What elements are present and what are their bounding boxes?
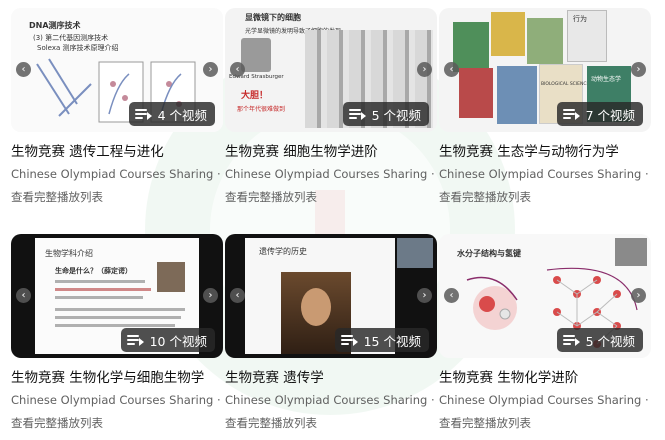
portrait-image bbox=[157, 262, 185, 292]
chevron-left-icon[interactable]: ‹ bbox=[16, 62, 31, 77]
view-full-playlist-link[interactable]: 查看完整播放列表 bbox=[439, 415, 531, 431]
video-count-badge: 10 个视频 bbox=[120, 328, 215, 352]
thumb-callout: 大胆！ bbox=[241, 91, 269, 101]
playlist-title[interactable]: 生物竞赛 遗传工程与进化 bbox=[11, 140, 223, 160]
playlist-title[interactable]: 生物竞赛 细胞生物学进阶 bbox=[225, 140, 437, 160]
channel-name[interactable]: Chinese Olympiad Courses Sharing · 播… bbox=[439, 166, 651, 182]
playlist-title[interactable]: 生物竞赛 遗传学 bbox=[225, 366, 437, 386]
thumb-heading: 生物学科介绍 bbox=[45, 249, 93, 258]
chevron-right-icon[interactable]: › bbox=[631, 288, 646, 303]
video-count-badge: 15 个视频 bbox=[334, 328, 429, 352]
video-count: 5 个视频 bbox=[371, 107, 421, 123]
playlist-thumbnail[interactable]: DNA测序技术 (3) 第二代基因测序技术 Solexa 测序技术原理介绍 ‹ … bbox=[11, 8, 223, 132]
playlist-icon bbox=[562, 108, 580, 120]
thumb-line: Solexa 测序技术原理介绍 bbox=[37, 44, 119, 52]
view-full-playlist-link[interactable]: 查看完整播放列表 bbox=[11, 415, 103, 431]
book-title: 行为 bbox=[573, 15, 587, 23]
chevron-right-icon[interactable]: › bbox=[631, 62, 646, 77]
chevron-right-icon[interactable]: › bbox=[417, 62, 432, 77]
chevron-right-icon[interactable]: › bbox=[417, 288, 432, 303]
playlist-icon bbox=[562, 334, 580, 346]
view-full-playlist-link[interactable]: 查看完整播放列表 bbox=[11, 189, 103, 205]
playlist-thumbnail[interactable]: 行为 BIOLOGICAL SCIENCE 动物生态学 ‹ › 7 个视频 bbox=[439, 8, 651, 132]
video-count-badge: 5 个视频 bbox=[342, 102, 429, 126]
view-full-playlist-link[interactable]: 查看完整播放列表 bbox=[225, 415, 317, 431]
channel-name[interactable]: Chinese Olympiad Courses Sharing · 播… bbox=[225, 392, 437, 408]
thumb-heading: DNA测序技术 bbox=[29, 21, 81, 30]
playlist-title[interactable]: 生物竞赛 生物化学与细胞生物学 bbox=[11, 366, 223, 386]
channel-name[interactable]: Chinese Olympiad Courses Sharing · 播… bbox=[11, 166, 223, 182]
book-cover bbox=[497, 66, 537, 124]
playlist-grid: DNA测序技术 (3) 第二代基因测序技术 Solexa 测序技术原理介绍 ‹ … bbox=[0, 0, 665, 440]
book-cover bbox=[527, 18, 563, 64]
chevron-right-icon[interactable]: › bbox=[203, 62, 218, 77]
playlist-thumbnail[interactable]: 生物学科介绍 生命是什么？（薛定谔） ‹ › 10 个视频 bbox=[11, 234, 223, 358]
video-count: 7 个视频 bbox=[585, 107, 635, 123]
book-cover bbox=[459, 68, 493, 118]
view-full-playlist-link[interactable]: 查看完整播放列表 bbox=[439, 189, 531, 205]
presenter-video bbox=[397, 238, 433, 268]
playlist-icon bbox=[126, 334, 144, 346]
channel-name[interactable]: Chinese Olympiad Courses Sharing · 播… bbox=[439, 392, 651, 408]
book-title: 动物生态学 bbox=[591, 76, 622, 83]
playlist-thumbnail[interactable]: 水分子结构与氢键 ‹ › 5 个视频 bbox=[439, 234, 651, 358]
book-title: BIOLOGICAL SCIENCE bbox=[541, 82, 590, 87]
portrait-face bbox=[301, 288, 331, 326]
channel-name[interactable]: Chinese Olympiad Courses Sharing · 播… bbox=[11, 392, 223, 408]
video-count-badge: 4 个视频 bbox=[128, 102, 215, 126]
chevron-left-icon[interactable]: ‹ bbox=[230, 288, 245, 303]
video-count: 10 个视频 bbox=[149, 333, 207, 349]
playlist-title[interactable]: 生物竞赛 生物化学进阶 bbox=[439, 366, 651, 386]
chevron-left-icon[interactable]: ‹ bbox=[230, 62, 245, 77]
video-count-badge: 5 个视频 bbox=[556, 328, 643, 352]
video-count: 5 个视频 bbox=[585, 333, 635, 349]
portrait-image bbox=[241, 38, 271, 72]
video-count: 15 个视频 bbox=[363, 333, 421, 349]
presenter-video bbox=[615, 238, 647, 266]
book-cover bbox=[453, 22, 489, 72]
view-full-playlist-link[interactable]: 查看完整播放列表 bbox=[225, 189, 317, 205]
playlist-title[interactable]: 生物竞赛 生态学与动物行为学 bbox=[439, 140, 651, 160]
playlist-icon bbox=[348, 108, 366, 120]
chevron-left-icon[interactable]: ‹ bbox=[444, 62, 459, 77]
thumb-heading: 水分子结构与氢键 bbox=[457, 249, 521, 258]
playlist-icon bbox=[134, 108, 152, 120]
thumb-line: 生命是什么？（薛定谔） bbox=[55, 267, 132, 275]
thumb-heading: 遗传学的历史 bbox=[259, 247, 307, 256]
video-count-badge: 7 个视频 bbox=[556, 102, 643, 126]
thumb-callout: 那个年代很难做到 bbox=[237, 106, 286, 113]
playlist-thumbnail[interactable]: 遗传学的历史 ‹ › 15 个视频 bbox=[225, 234, 437, 358]
channel-name[interactable]: Chinese Olympiad Courses Sharing · 播… bbox=[225, 166, 437, 182]
chevron-left-icon[interactable]: ‹ bbox=[444, 288, 459, 303]
playlist-thumbnail[interactable]: 显微镜下的细胞 光学显微镜的发明导致了细胞的发现 Edward Strasbur… bbox=[225, 8, 437, 132]
chevron-left-icon[interactable]: ‹ bbox=[16, 288, 31, 303]
thumb-line: (3) 第二代基因测序技术 bbox=[33, 34, 109, 42]
thumb-heading: 显微镜下的细胞 bbox=[245, 13, 301, 22]
playlist-icon bbox=[340, 334, 358, 346]
book-cover bbox=[491, 12, 525, 56]
video-count: 4 个视频 bbox=[157, 107, 207, 123]
chevron-right-icon[interactable]: › bbox=[203, 288, 218, 303]
